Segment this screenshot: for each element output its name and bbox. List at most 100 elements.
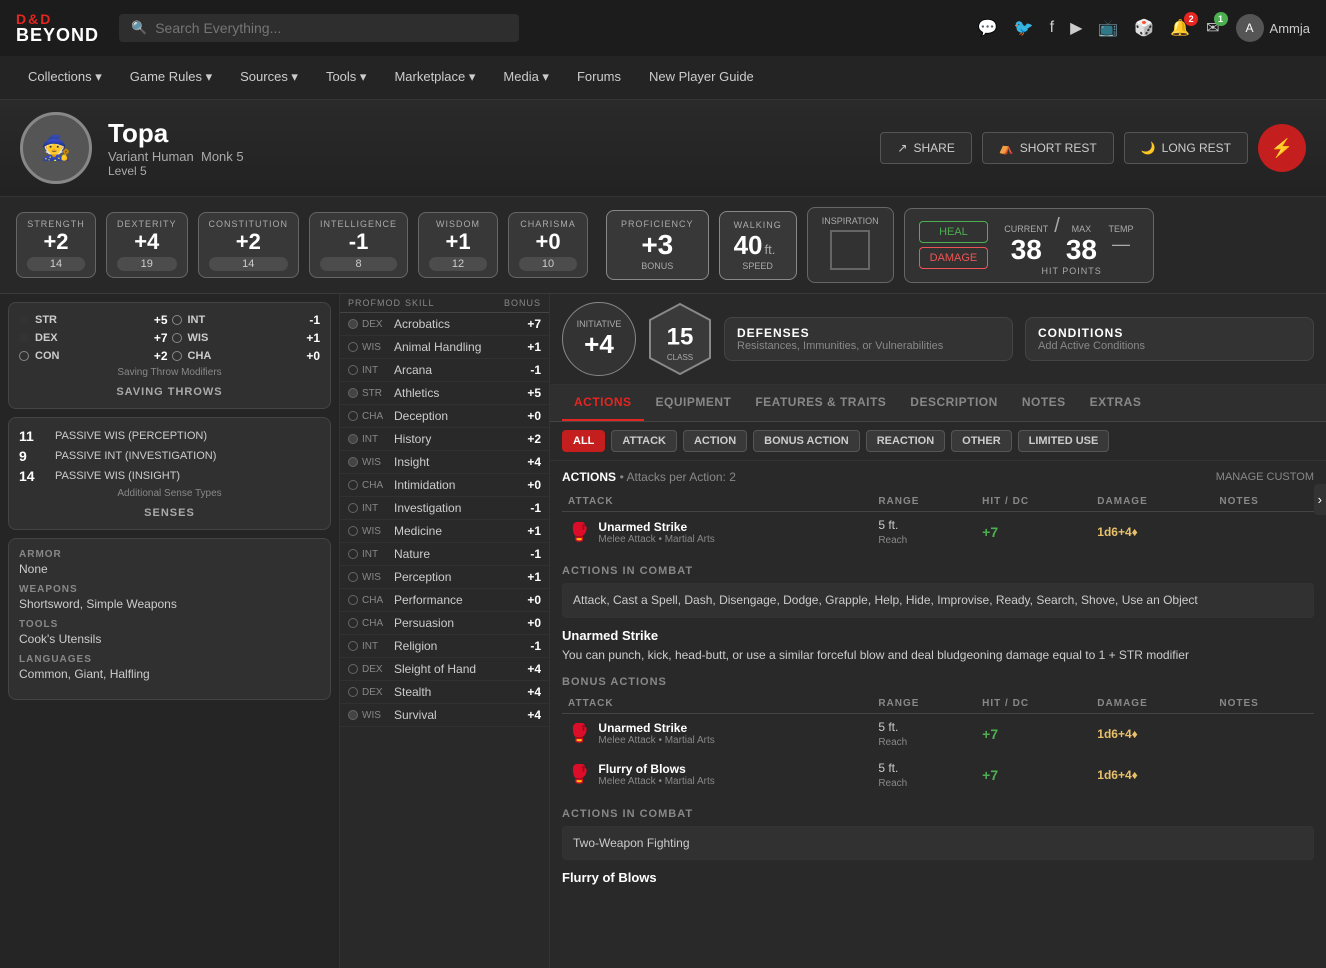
ddb-brand-icon: ⚡ [1258,124,1306,172]
ddb-logo[interactable]: D&D BEYOND [16,12,99,44]
manage-custom-button[interactable]: MANAGE CUSTOM [1216,471,1314,483]
skill-nature[interactable]: INT Nature -1 [340,543,549,566]
dice-icon[interactable]: 🎲 [1134,18,1154,38]
user-pill[interactable]: A Ammja [1236,14,1310,42]
stat-dexterity-label: DEXTERITY [117,219,177,229]
skill-deception-attr: CHA [362,411,390,422]
twitch-icon[interactable]: 📺 [1098,18,1118,38]
facebook-icon[interactable]: f [1050,19,1054,37]
skill-survival[interactable]: WIS Survival +4 [340,704,549,727]
table-row[interactable]: 🥊 Flurry of Blows Melee Attack • Martial… [562,754,1314,795]
walking-header: WALKING [734,220,782,230]
bonus-combat-box: Two-Weapon Fighting [562,826,1314,861]
stat-charisma[interactable]: CHARISMA +0 10 [508,212,588,278]
search-bar[interactable]: 🔍 [119,14,519,42]
nav-forums[interactable]: Forums [565,56,633,100]
saving-throws-title[interactable]: SAVING THROWS [19,386,320,398]
table-row[interactable]: 🥊 Unarmed Strike Melee Attack • Martial … [562,512,1314,553]
short-rest-button[interactable]: ⛺ SHORT REST [982,132,1114,164]
stat-wisdom[interactable]: WISDOM +1 12 [418,212,498,278]
filter-all[interactable]: ALL [562,430,605,452]
tab-actions[interactable]: ACTIONS [562,385,644,421]
tab-features-traits[interactable]: FEATURES & TRAITS [743,385,898,421]
table-row[interactable]: 🥊 Unarmed Strike Melee Attack • Martial … [562,713,1314,754]
action-tabs: ACTIONS EQUIPMENT FEATURES & TRAITS DESC… [550,385,1326,422]
skill-medicine[interactable]: WIS Medicine +1 [340,520,549,543]
skill-acrobatics-name: Acrobatics [394,317,513,331]
skill-history-dot [348,434,358,444]
skills-panel: PROF MOD SKILL BONUS DEX Acrobatics +7 W… [340,294,550,968]
nav-marketplace[interactable]: Marketplace ▾ [382,56,487,100]
skill-history[interactable]: INT History +2 [340,428,549,451]
stat-intelligence[interactable]: INTELLIGENCE -1 8 [309,212,408,278]
twitter-icon[interactable]: 🐦 [1014,18,1034,38]
tab-equipment[interactable]: EQUIPMENT [644,385,744,421]
unarmed-notes [1213,512,1314,553]
nav-media[interactable]: Media ▾ [491,56,561,100]
tab-description[interactable]: DESCRIPTION [898,385,1010,421]
save-cha-dot [172,351,182,361]
save-wis-dot [172,333,182,343]
nav-sources[interactable]: Sources ▾ [228,56,310,100]
skill-persuasion[interactable]: CHA Persuasion +0 [340,612,549,635]
skill-intimidation[interactable]: CHA Intimidation +0 [340,474,549,497]
skill-athletics-attr: STR [362,388,390,399]
nav-tools[interactable]: Tools ▾ [314,56,379,100]
skill-performance-attr: CHA [362,595,390,606]
search-input[interactable] [155,20,507,36]
skill-sleight-of-hand[interactable]: DEX Sleight of Hand +4 [340,658,549,681]
tab-notes[interactable]: NOTES [1010,385,1078,421]
senses-title[interactable]: SENSES [19,507,320,519]
actions-content: ACTIONS • Attacks per Action: 2 MANAGE C… [550,461,1326,968]
nav-new-player-guide[interactable]: New Player Guide [637,56,766,100]
save-int-val: -1 [309,313,320,327]
skill-animal-handling[interactable]: WIS Animal Handling +1 [340,336,549,359]
save-dex-val: +7 [154,331,168,345]
filter-action[interactable]: ACTION [683,430,747,452]
sense-perception: 11 PASSIVE WIS (PERCEPTION) [19,428,320,444]
share-button[interactable]: ↗ SHARE [880,132,971,164]
filter-bonus-action[interactable]: BONUS ACTION [753,430,860,452]
filter-limited-use[interactable]: LIMITED USE [1018,430,1110,452]
inspiration-box[interactable]: INSPIRATION [807,207,894,283]
char-level: Level 5 [108,164,864,178]
heal-button[interactable]: HEAL [919,221,989,243]
skill-religion[interactable]: INT Religion -1 [340,635,549,658]
skill-perception[interactable]: WIS Perception +1 [340,566,549,589]
skill-acrobatics[interactable]: DEX Acrobatics +7 [340,313,549,336]
nav-collections[interactable]: Collections ▾ [16,56,114,100]
actions-count: • Attacks per Action: 2 [620,470,736,484]
bonus-unarmed-sub: Melee Attack • Martial Arts [598,735,714,746]
filter-attack[interactable]: ATTACK [611,430,677,452]
skill-arcana[interactable]: INT Arcana -1 [340,359,549,382]
stat-constitution[interactable]: CONSTITUTION +2 14 [198,212,300,278]
skill-athletics[interactable]: STR Athletics +5 [340,382,549,405]
skill-investigation[interactable]: INT Investigation -1 [340,497,549,520]
skill-stealth[interactable]: DEX Stealth +4 [340,681,549,704]
chat-icon[interactable]: 💬 [978,18,998,38]
skill-persuasion-bonus: +0 [517,616,541,630]
skill-deception-bonus: +0 [517,409,541,423]
filter-other[interactable]: OTHER [951,430,1012,452]
bell-icon[interactable]: 🔔2 [1170,18,1190,38]
stat-strength[interactable]: STRENGTH +2 14 [16,212,96,278]
skill-stealth-name: Stealth [394,685,513,699]
sidebar-collapse[interactable]: › [1314,484,1326,515]
skill-insight[interactable]: WIS Insight +4 [340,451,549,474]
skill-performance[interactable]: CHA Performance +0 [340,589,549,612]
nav-gamerules[interactable]: Game Rules ▾ [118,56,224,100]
char-name: Topa [108,118,864,149]
youtube-icon[interactable]: ▶ [1070,18,1082,38]
tools-section: TOOLS Cook's Utensils [19,619,320,646]
stat-intelligence-mod: -1 [320,229,397,255]
long-rest-button[interactable]: 🌙 LONG REST [1124,132,1248,164]
filter-reaction[interactable]: REACTION [866,430,945,452]
message-icon[interactable]: ✉1 [1206,18,1219,38]
damage-button[interactable]: DAMAGE [919,247,989,269]
stat-dexterity[interactable]: DEXTERITY +4 19 [106,212,188,278]
skill-persuasion-dot [348,618,358,628]
skill-deception[interactable]: CHA Deception +0 [340,405,549,428]
tab-extras[interactable]: EXTRAS [1078,385,1154,421]
skill-perception-attr: WIS [362,572,390,583]
bonus-unarmed-icon: 🥊 [568,723,590,744]
